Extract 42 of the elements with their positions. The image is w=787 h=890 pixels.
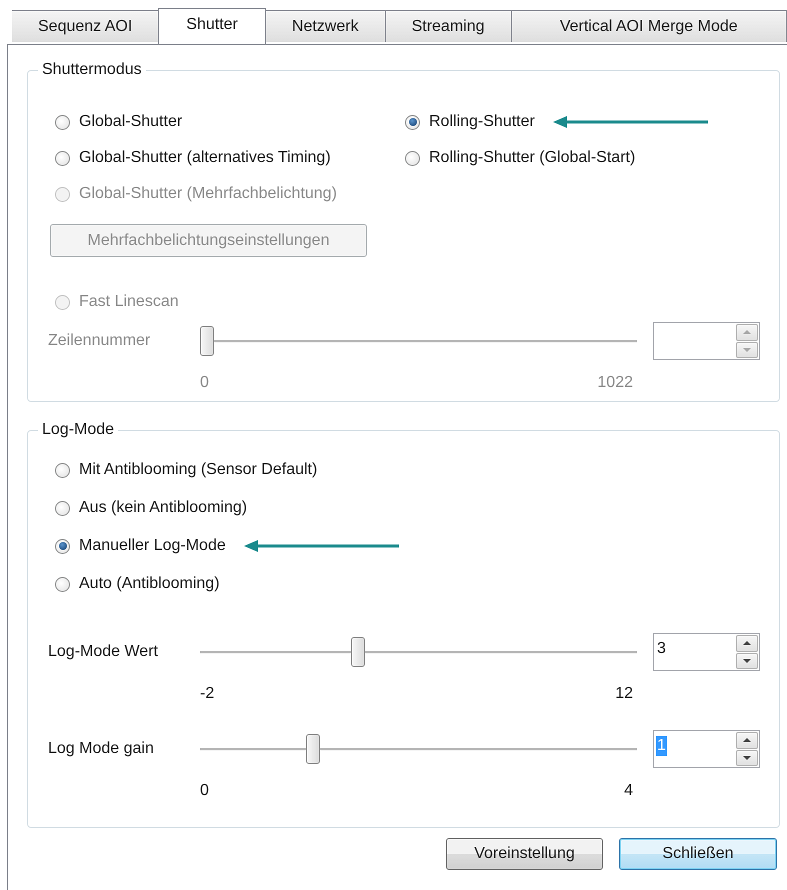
spin-value: 1 xyxy=(656,736,667,756)
tick-label: 12 xyxy=(615,686,633,702)
spin-up-button[interactable] xyxy=(736,635,758,652)
radio-button[interactable]: Manueller Log-Mode xyxy=(55,537,226,555)
radio-button[interactable]: Rolling-Shutter (Global-Start) xyxy=(405,149,636,167)
tab[interactable]: Sequenz AOI xyxy=(12,10,160,42)
radio-circle[interactable] xyxy=(55,150,70,166)
radio-button[interactable]: Rolling-Shutter xyxy=(405,113,535,131)
tab[interactable]: Streaming xyxy=(386,10,512,42)
spin-up-button[interactable] xyxy=(736,732,758,748)
radio-button[interactable]: Auto (Antiblooming) xyxy=(55,575,220,593)
tick-label: -2 xyxy=(200,686,214,702)
tick-label: 0 xyxy=(200,375,209,391)
radio-circle[interactable] xyxy=(55,114,70,130)
push-button[interactable]: Schließen xyxy=(619,838,777,870)
tab[interactable]: Vertical AOI Merge Mode xyxy=(512,10,787,42)
radio-circle[interactable] xyxy=(405,114,420,130)
push-button[interactable]: Voreinstellung xyxy=(446,838,603,870)
slider-label: Log-Mode Wert xyxy=(48,643,159,661)
radio-circle[interactable] xyxy=(55,500,70,516)
tick-label: 4 xyxy=(624,783,633,799)
slider-label: Log Mode gain xyxy=(48,740,155,758)
slider-thumb[interactable] xyxy=(351,637,365,667)
radio-button[interactable]: Global-Shutter (alternatives Timing) xyxy=(55,149,331,167)
radio-button[interactable]: Aus (kein Antiblooming) xyxy=(55,499,248,517)
tick-label: 1022 xyxy=(597,375,633,391)
slider-label: Zeilennummer xyxy=(48,332,152,350)
radio-button[interactable]: Mit Antiblooming (Sensor Default) xyxy=(55,461,318,479)
spin-down-button[interactable] xyxy=(736,750,758,766)
radio-circle[interactable] xyxy=(55,576,70,592)
spin-down-button[interactable] xyxy=(736,652,758,669)
radio-circle[interactable] xyxy=(55,462,70,478)
spin-value: 3 xyxy=(656,639,666,659)
radio-button[interactable]: Global-Shutter xyxy=(55,113,182,131)
radio-circle[interactable] xyxy=(55,538,70,554)
tab[interactable]: Shutter xyxy=(158,8,266,44)
tab[interactable]: Netzwerk xyxy=(266,10,386,42)
slider-thumb[interactable] xyxy=(306,734,320,764)
tick-label: 0 xyxy=(200,783,209,799)
group-title: Log-Mode xyxy=(38,421,118,439)
spin-field[interactable]: 3 xyxy=(653,633,760,671)
radio-circle[interactable] xyxy=(405,150,420,166)
